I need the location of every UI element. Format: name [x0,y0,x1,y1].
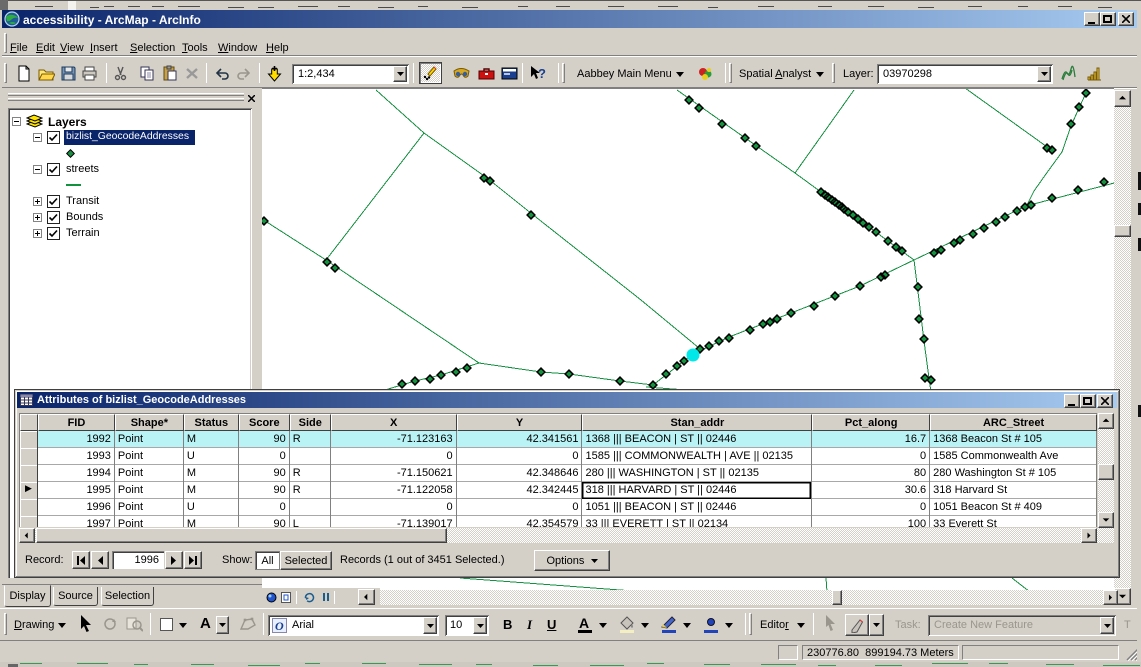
svg-text:?: ? [538,66,546,81]
svg-text:O: O [275,619,284,633]
